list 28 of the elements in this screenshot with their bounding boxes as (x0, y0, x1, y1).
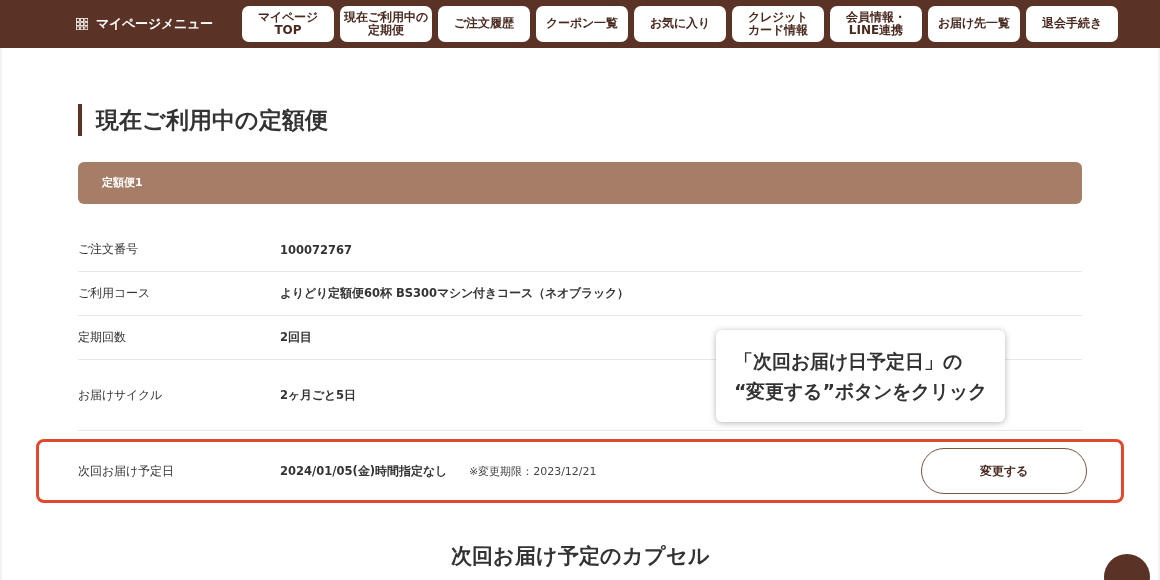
row-value: よりどり定額便60杯 BS300マシン付きコース（ネオブラック） (280, 286, 630, 301)
menu-button[interactable]: 退会手続き (1026, 6, 1118, 42)
menu-button[interactable]: お届け先一覧 (928, 6, 1020, 42)
menu-button[interactable]: クーポン一覧 (536, 6, 628, 42)
menu-button[interactable]: 現在ご利用中の 定期便 (340, 6, 432, 42)
menu-button[interactable]: 会員情報・ LINE連携 (830, 6, 922, 42)
row-value: 2ヶ月ごと5日 (280, 387, 356, 403)
row-label: お届けサイクル (78, 387, 163, 403)
change-deadline-note: ※変更期限：2023/12/21 (468, 463, 597, 479)
row-label: ご注文番号 (78, 242, 139, 257)
menu-button[interactable]: ご注文履歴 (438, 6, 530, 42)
row-label: ご利用コース (78, 286, 151, 301)
change-button[interactable]: 変更する (921, 448, 1087, 494)
row-label: 定期回数 (78, 330, 127, 345)
callout-text: “変更する”ボタンをクリック (734, 379, 987, 404)
section-heading: 次回お届け予定のカプセル (449, 543, 711, 569)
grid-menu-icon (76, 18, 88, 30)
row-value: 2024/01/05(金)時間指定なし (280, 463, 447, 479)
menu-title: マイページメニュー (96, 15, 213, 33)
row-label: 次回お届け予定日 (78, 463, 175, 479)
callout-text: 「次回お届け日予定日」の (734, 349, 963, 374)
page-title: 現在ご利用中の定額便 (78, 104, 328, 136)
row-value: 2回目 (280, 330, 312, 345)
menu-button[interactable]: マイページ TOP (242, 6, 334, 42)
menu-button[interactable]: お気に入り (634, 6, 726, 42)
row-value: 100072767 (280, 242, 352, 257)
panel-header: 定額便1 (78, 162, 1082, 204)
menu-button[interactable]: クレジット カード情報 (732, 6, 824, 42)
